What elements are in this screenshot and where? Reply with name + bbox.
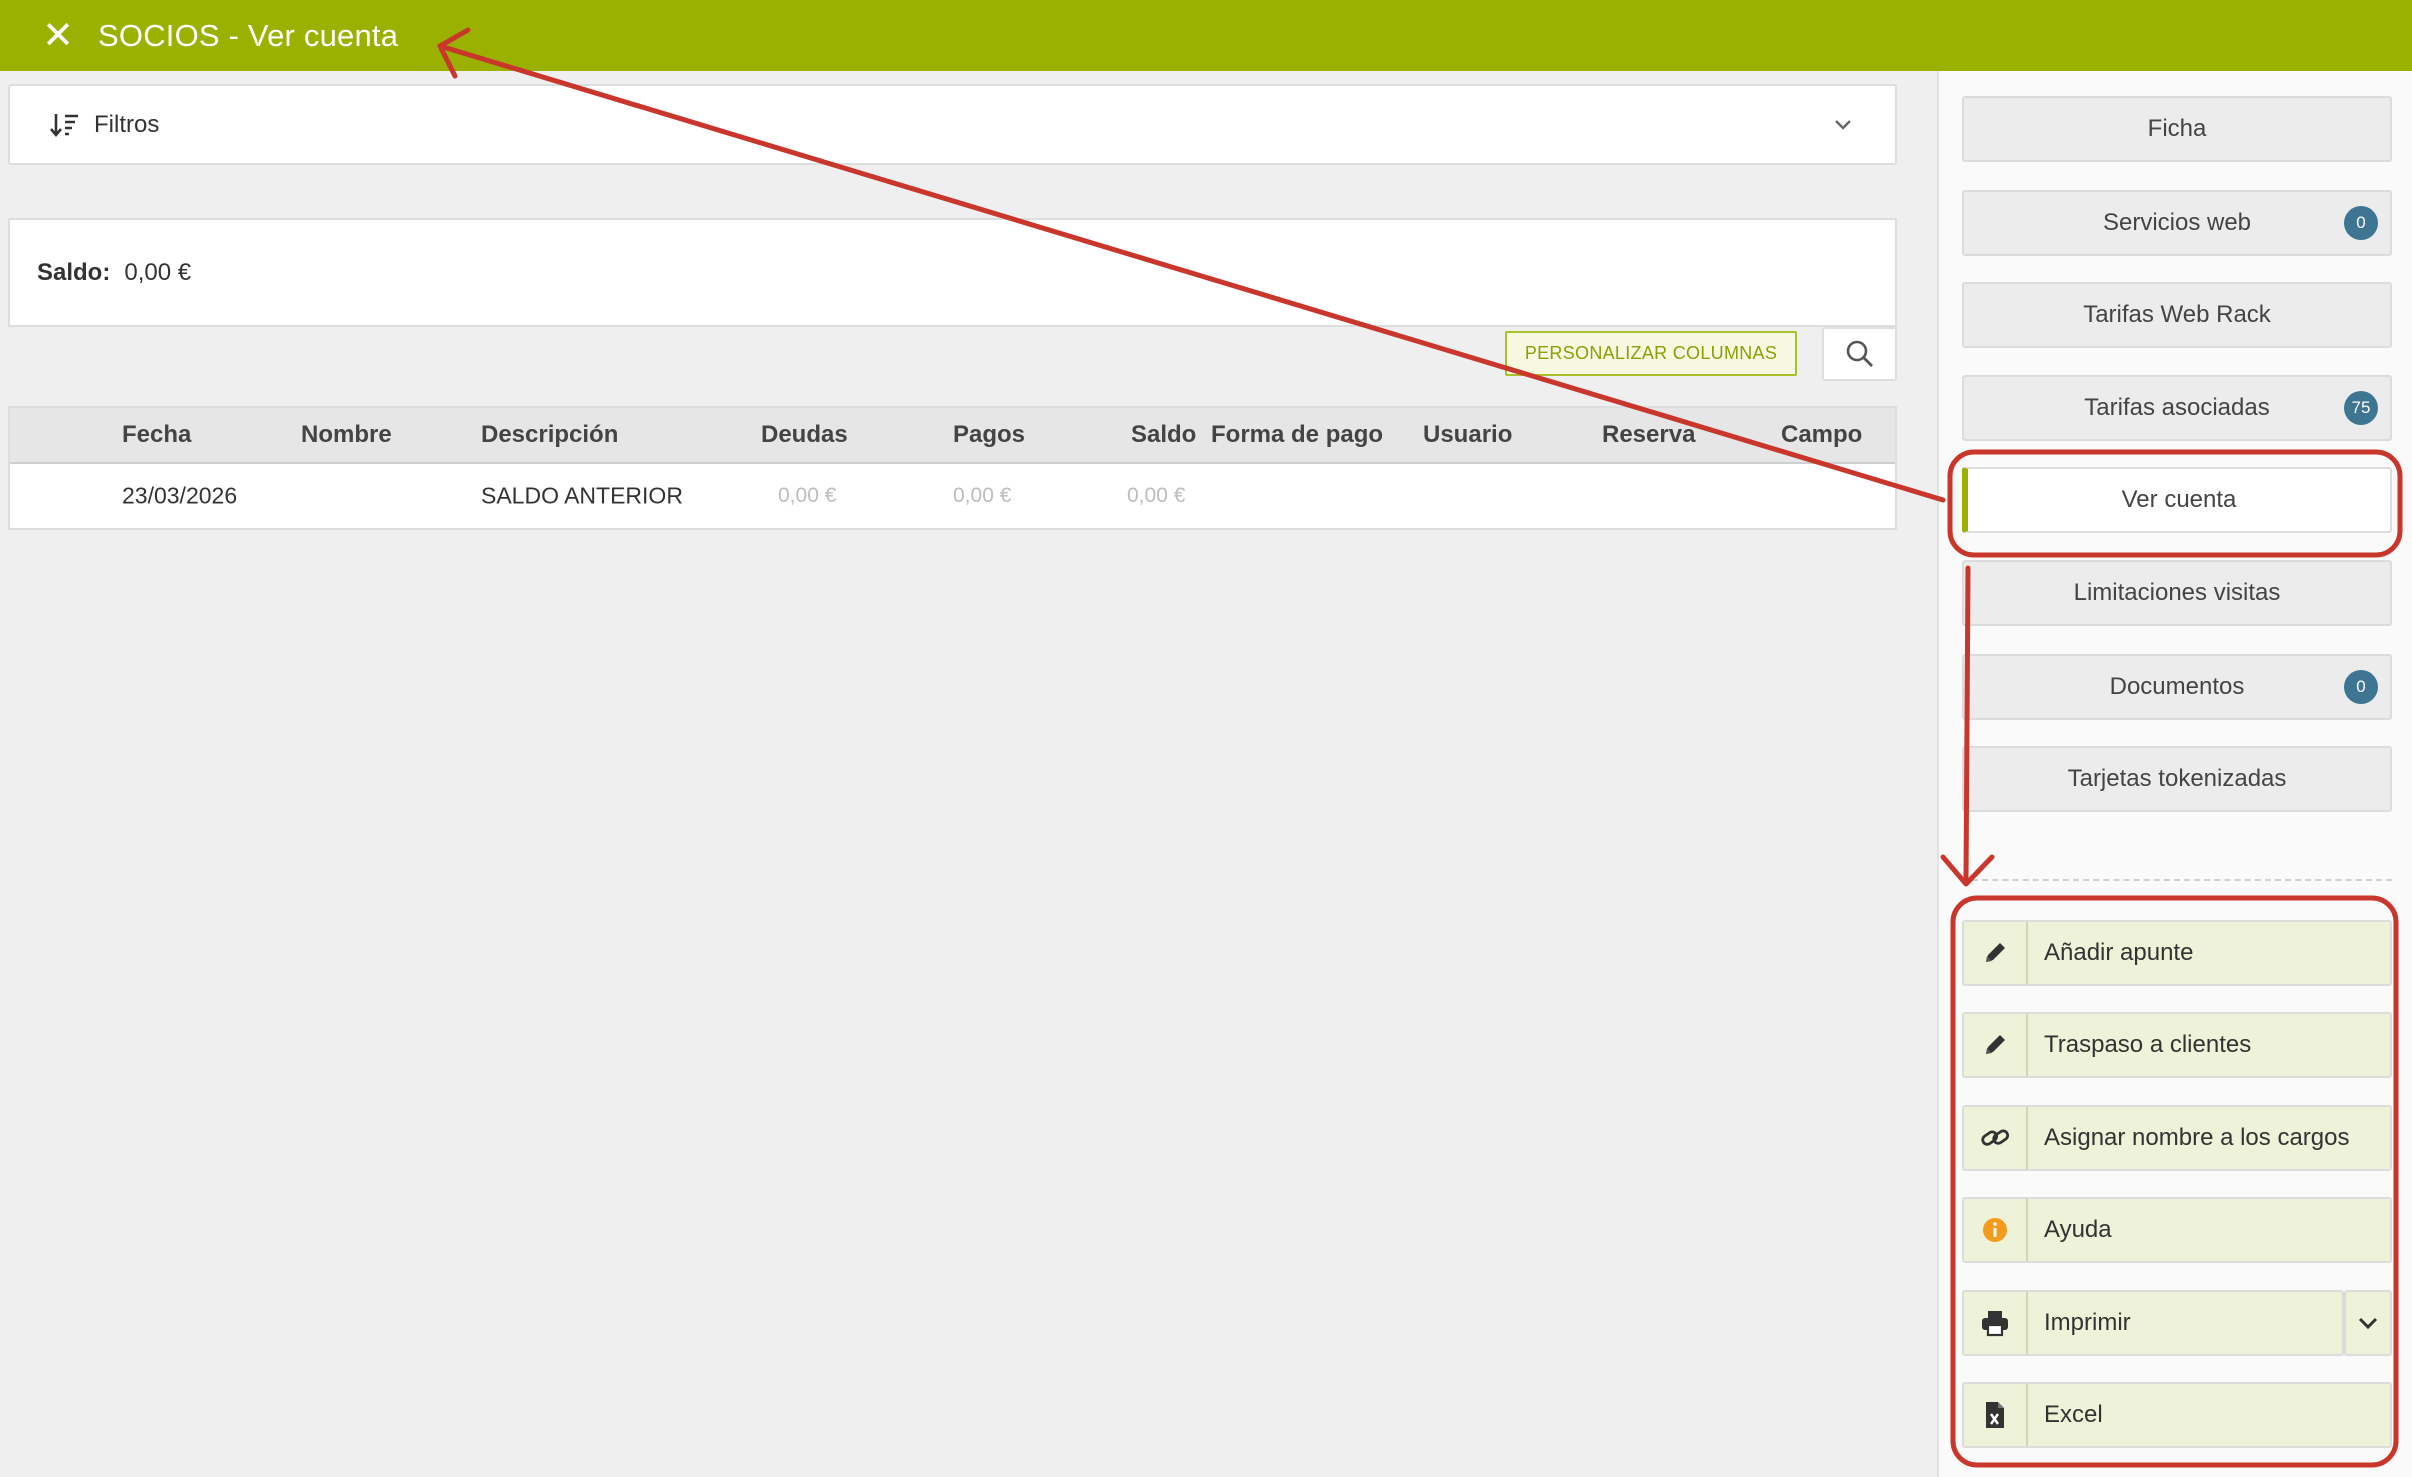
- printer-icon: [1964, 1292, 2028, 1354]
- column-header-forma-de-pago[interactable]: Forma de pago: [1211, 421, 1383, 449]
- nav-label: Servicios web: [2102, 209, 2252, 236]
- customize-columns-button[interactable]: PERSONALIZAR COLUMNAS: [1505, 331, 1797, 376]
- action-label: Traspaso a clientes: [2044, 1031, 2252, 1058]
- cell-fecha: 23/03/2026: [122, 482, 238, 509]
- action-label: Excel: [2044, 1401, 2103, 1428]
- nav-tarifas-web-rack[interactable]: Tarifas Web Rack: [1962, 282, 2392, 348]
- column-header-fecha[interactable]: Fecha: [122, 421, 191, 449]
- table-header: Fecha Nombre Descripción Deudas Pagos Sa…: [10, 408, 1895, 464]
- assign-charge-names-button[interactable]: Asignar nombre a los cargos: [1962, 1105, 2392, 1171]
- section-divider: [1962, 879, 2392, 881]
- nav-documentos[interactable]: Documentos 0: [1962, 654, 2392, 720]
- action-label: Añadir apunte: [2044, 939, 2194, 966]
- column-header-saldo[interactable]: Saldo: [1131, 421, 1196, 449]
- cell-saldo: 0,00 €: [1127, 484, 1186, 507]
- nav-tarifas-asociadas[interactable]: Tarifas asociadas 75: [1962, 375, 2392, 441]
- column-header-pagos[interactable]: Pagos: [953, 421, 1025, 449]
- chevron-down-icon[interactable]: [1829, 111, 1857, 139]
- close-icon[interactable]: ✕: [40, 15, 76, 57]
- cell-pagos: 0,00 €: [953, 484, 1012, 507]
- nav-label: Limitaciones visitas: [2073, 579, 2281, 606]
- count-badge: 75: [2344, 391, 2378, 425]
- column-header-nombre[interactable]: Nombre: [301, 421, 392, 449]
- action-label: Imprimir: [2044, 1309, 2131, 1336]
- nav-tarjetas-tokenizadas[interactable]: Tarjetas tokenizadas: [1962, 746, 2392, 812]
- sort-filter-icon: [50, 113, 78, 137]
- transfer-to-clients-button[interactable]: Traspaso a clientes: [1962, 1012, 2392, 1078]
- nav-ficha[interactable]: Ficha: [1962, 96, 2392, 162]
- nav-label: Tarjetas tokenizadas: [2067, 765, 2287, 792]
- balance-label: Saldo:: [37, 258, 111, 286]
- search-icon: [1846, 340, 1873, 367]
- action-label: Asignar nombre a los cargos: [2044, 1124, 2350, 1151]
- excel-export-button[interactable]: Excel: [1962, 1382, 2392, 1448]
- account-table: Fecha Nombre Descripción Deudas Pagos Sa…: [8, 406, 1897, 530]
- help-button[interactable]: Ayuda: [1962, 1197, 2392, 1263]
- nav-label: Documentos: [2109, 673, 2245, 700]
- balance-summary: Saldo: 0,00 €: [8, 218, 1897, 327]
- column-header-deudas[interactable]: Deudas: [761, 421, 848, 449]
- filters-panel[interactable]: Filtros: [8, 84, 1897, 165]
- add-entry-button[interactable]: Añadir apunte: [1962, 920, 2392, 986]
- print-options-dropdown[interactable]: [2344, 1290, 2392, 1356]
- pencil-icon: [1964, 1014, 2028, 1076]
- cell-descripcion: SALDO ANTERIOR: [481, 482, 683, 509]
- nav-ver-cuenta[interactable]: Ver cuenta: [1962, 467, 2392, 533]
- print-button[interactable]: Imprimir: [1962, 1290, 2344, 1356]
- nav-label: Tarifas Web Rack: [2083, 301, 2271, 328]
- header-bar: ✕ SOCIOS - Ver cuenta: [0, 0, 2412, 71]
- cell-deudas: 0,00 €: [778, 484, 837, 507]
- column-header-usuario[interactable]: Usuario: [1423, 421, 1512, 449]
- nav-label: Ficha: [2147, 115, 2207, 142]
- chevron-down-icon: [2358, 1317, 2378, 1330]
- action-label: Ayuda: [2044, 1216, 2112, 1243]
- nav-servicios-web[interactable]: Servicios web 0: [1962, 190, 2392, 256]
- count-badge: 0: [2344, 206, 2378, 240]
- nav-label: Ver cuenta: [2121, 486, 2237, 513]
- search-button[interactable]: [1822, 327, 1897, 381]
- balance-value: 0,00 €: [124, 258, 192, 286]
- count-badge: 0: [2344, 670, 2378, 704]
- nav-label: Tarifas asociadas: [2084, 394, 2270, 421]
- nav-limitaciones-visitas[interactable]: Limitaciones visitas: [1962, 560, 2392, 626]
- filters-label: Filtros: [94, 110, 160, 138]
- column-header-descripcion[interactable]: Descripción: [481, 421, 618, 449]
- info-icon: [1964, 1199, 2028, 1261]
- page-title: SOCIOS - Ver cuenta: [98, 17, 399, 53]
- excel-file-icon: [1964, 1384, 2028, 1446]
- column-header-reserva[interactable]: Reserva: [1602, 421, 1695, 449]
- link-icon: [1964, 1107, 2028, 1169]
- column-header-campo[interactable]: Campo: [1781, 421, 1862, 449]
- pencil-icon: [1964, 922, 2028, 984]
- table-row[interactable]: 23/03/2026 SALDO ANTERIOR 0,00 € 0,00 € …: [10, 464, 1895, 528]
